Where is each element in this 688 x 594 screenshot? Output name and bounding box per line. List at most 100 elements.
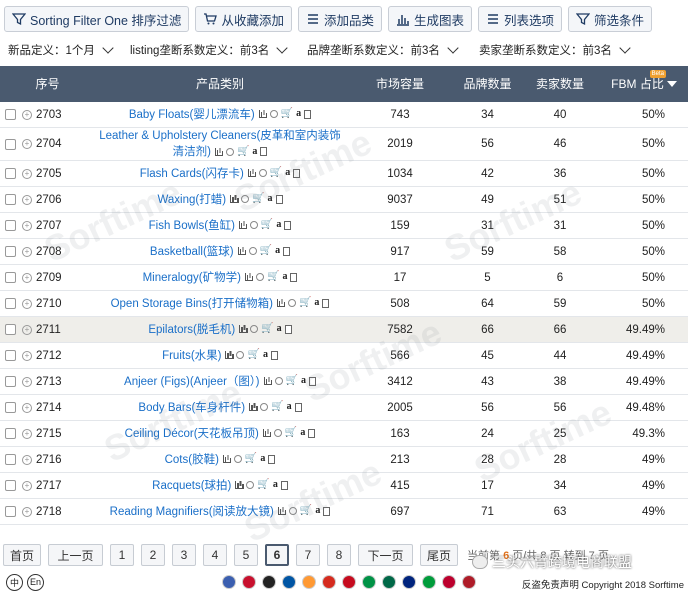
bar-chart-icon[interactable] <box>277 507 286 516</box>
category-link[interactable]: Racquets(球拍) <box>152 480 231 492</box>
page-number-button[interactable]: 3 <box>172 544 196 566</box>
amazon-icon[interactable]: a <box>285 168 290 178</box>
expand-icon[interactable]: + <box>22 220 32 231</box>
table-row[interactable]: +2714 Body Bars(车身杆件) 🛒 a 2005 56 56 49.48% <box>0 395 688 421</box>
marketplace-flag-icon[interactable] <box>382 575 396 589</box>
document-icon[interactable] <box>308 428 316 438</box>
document-icon[interactable] <box>280 480 288 490</box>
page-number-button[interactable]: 2 <box>141 544 165 566</box>
category-link[interactable]: Mineralogy(矿物学) <box>143 272 241 284</box>
document-icon[interactable] <box>323 506 331 516</box>
view-icon[interactable] <box>236 351 245 360</box>
table-row[interactable]: +2706 Waxing(打蜡) 🛒 a 9037 49 51 50% <box>0 187 688 213</box>
category-link[interactable]: Fish Bowls(鱼缸) <box>149 220 235 232</box>
expand-icon[interactable]: + <box>22 402 32 413</box>
document-icon[interactable] <box>304 109 312 119</box>
view-icon[interactable] <box>269 110 278 119</box>
marketplace-flag-icon[interactable] <box>322 575 336 589</box>
header-fbm-ratio[interactable]: FBM 占比 Beta <box>600 66 688 102</box>
bar-chart-icon[interactable] <box>262 429 271 438</box>
category-link[interactable]: Waxing(打蜡) <box>157 194 226 206</box>
category-link[interactable]: Cots(胶鞋) <box>165 454 219 466</box>
row-checkbox[interactable] <box>5 138 16 150</box>
header-seq[interactable]: 序号 <box>0 66 95 102</box>
document-icon[interactable] <box>270 350 278 360</box>
category-link[interactable]: Anjeer (Figs)(Anjeer（图）) <box>124 376 259 388</box>
expand-icon[interactable]: + <box>22 376 32 387</box>
row-checkbox[interactable] <box>5 324 16 335</box>
expand-icon[interactable]: + <box>22 139 32 149</box>
bar-chart-icon[interactable] <box>235 481 244 490</box>
document-icon[interactable] <box>322 298 330 308</box>
document-icon[interactable] <box>293 168 301 178</box>
header-seller-count[interactable]: 卖家数量 <box>520 66 600 102</box>
list-options-button[interactable]: 列表选项 <box>477 6 562 32</box>
marketplace-flag-icon[interactable] <box>442 575 456 589</box>
page-number-button[interactable]: 8 <box>327 544 351 566</box>
category-link[interactable]: Ceiling Décor(天花板吊顶) <box>125 428 259 440</box>
cart-icon[interactable]: 🛒 <box>261 324 273 334</box>
page-number-button[interactable]: 7 <box>296 544 320 566</box>
prev-page-button[interactable]: 上一页 <box>48 544 103 566</box>
bar-chart-icon[interactable] <box>258 110 267 119</box>
view-icon[interactable] <box>258 169 267 178</box>
marketplace-flag-icon[interactable] <box>342 575 356 589</box>
document-icon[interactable] <box>260 147 268 157</box>
row-checkbox[interactable] <box>5 454 16 465</box>
cart-icon[interactable]: 🛒 <box>270 168 282 178</box>
expand-icon[interactable]: + <box>22 194 32 205</box>
cart-icon[interactable]: 🛒 <box>257 480 269 490</box>
expand-icon[interactable]: + <box>22 168 32 179</box>
amazon-icon[interactable]: a <box>301 376 306 386</box>
table-row[interactable]: +2718 Reading Magnifiers(阅读放大镜) 🛒 a 697 71 63 4… <box>0 499 688 525</box>
amazon-icon[interactable]: a <box>273 480 278 490</box>
table-row[interactable]: +2707 Fish Bowls(鱼缸) 🛒 a 159 31 31 50% <box>0 213 688 239</box>
view-icon[interactable] <box>246 481 255 490</box>
row-checkbox[interactable] <box>5 480 16 491</box>
view-icon[interactable] <box>241 195 250 204</box>
table-row[interactable]: +2711 Epilators(脱毛机) 🛒 a 7582 66 66 49.49% <box>0 317 688 343</box>
amazon-icon[interactable]: a <box>275 246 280 256</box>
cart-icon[interactable]: 🛒 <box>299 298 311 308</box>
bar-chart-icon[interactable] <box>249 403 258 412</box>
bar-chart-icon[interactable] <box>230 195 239 204</box>
seller-monopoly-dropdown[interactable]: 卖家垄断系数定义：前3名 <box>479 42 679 58</box>
table-row[interactable]: +2703 Baby Floats(婴儿漂流车) 🛒 a 743 34 40 50% <box>0 102 688 128</box>
listing-monopoly-dropdown[interactable]: listing垄断系数定义：前3名 <box>130 42 307 58</box>
cart-icon[interactable]: 🛒 <box>237 146 249 157</box>
expand-icon[interactable]: + <box>22 272 32 283</box>
document-icon[interactable] <box>283 246 291 256</box>
marketplace-flag-icon[interactable] <box>262 575 276 589</box>
bar-chart-icon[interactable] <box>239 325 248 334</box>
amazon-icon[interactable]: a <box>314 298 319 308</box>
amazon-icon[interactable]: a <box>252 146 257 157</box>
lang-en-button[interactable]: En <box>27 573 44 591</box>
bar-chart-icon[interactable] <box>222 455 231 464</box>
amazon-icon[interactable]: a <box>287 402 292 412</box>
table-row[interactable]: +2715 Ceiling Décor(天花板吊顶) 🛒 a 163 24 25 49.3% <box>0 421 688 447</box>
view-icon[interactable] <box>250 325 259 334</box>
row-checkbox[interactable] <box>5 428 16 439</box>
add-from-favorites-button[interactable]: 从收藏添加 <box>195 6 292 32</box>
expand-icon[interactable]: + <box>22 324 32 335</box>
expand-icon[interactable]: + <box>22 298 32 309</box>
cart-icon[interactable]: 🛒 <box>281 109 293 119</box>
bar-chart-icon[interactable] <box>244 273 253 282</box>
page-number-button[interactable]: 5 <box>234 544 258 566</box>
cart-icon[interactable]: 🛒 <box>271 402 283 412</box>
marketplace-flag-icon[interactable] <box>422 575 436 589</box>
amazon-icon[interactable]: a <box>277 324 282 334</box>
table-row[interactable]: +2708 Basketball(篮球) 🛒 a 917 59 58 50% <box>0 239 688 265</box>
page-number-button[interactable]: 4 <box>203 544 227 566</box>
category-link[interactable]: Fruits(水果) <box>162 350 221 362</box>
row-checkbox[interactable] <box>5 402 16 413</box>
table-row[interactable]: +2704 Leather & Upholstery Cleaners(皮革和室内… <box>0 128 688 161</box>
cart-icon[interactable]: 🛒 <box>261 220 273 230</box>
cart-icon[interactable]: 🛒 <box>245 454 257 464</box>
view-icon[interactable] <box>273 429 282 438</box>
generate-chart-button[interactable]: 生成图表 <box>387 6 472 32</box>
bar-chart-icon[interactable] <box>225 351 234 360</box>
expand-icon[interactable]: + <box>22 506 32 517</box>
header-category[interactable]: 产品类别 <box>95 66 345 102</box>
amazon-icon[interactable]: a <box>263 350 268 360</box>
